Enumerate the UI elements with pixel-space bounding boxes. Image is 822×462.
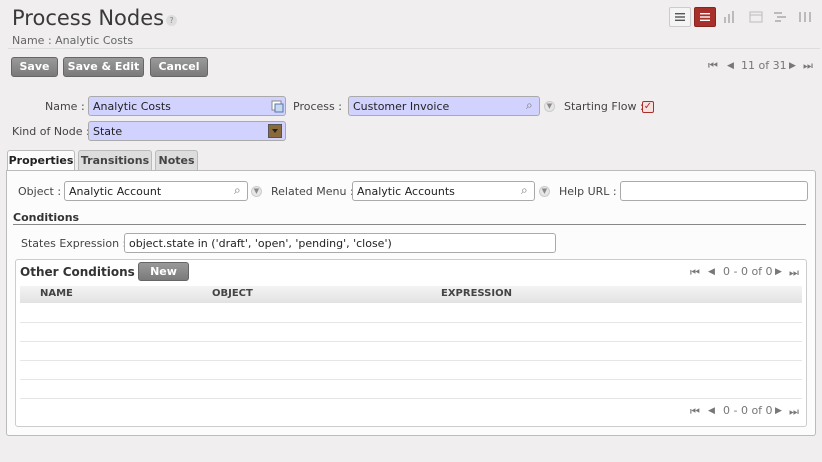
list-last-page-icon[interactable]: ⏭ bbox=[789, 266, 799, 280]
table-header bbox=[20, 286, 802, 303]
states-expression-label: States Expression : bbox=[21, 237, 127, 250]
process-value: Customer Invoice bbox=[353, 100, 450, 113]
tab-notes[interactable]: Notes bbox=[155, 150, 198, 170]
related-menu-label: Related Menu : bbox=[271, 185, 354, 198]
save-button[interactable]: Save bbox=[11, 57, 58, 77]
object-value: Analytic Account bbox=[69, 185, 162, 198]
column-header-object[interactable]: OBJECT bbox=[212, 288, 253, 299]
name-value: Analytic Costs bbox=[93, 100, 171, 113]
list-view-icon[interactable] bbox=[669, 7, 691, 27]
prev-page-icon[interactable]: ◀ bbox=[727, 61, 734, 71]
list-first-page-icon[interactable]: ⏮ bbox=[690, 266, 700, 280]
help-url-field[interactable] bbox=[620, 181, 808, 201]
tab-transitions[interactable]: Transitions bbox=[78, 150, 152, 170]
save-edit-button[interactable]: Save & Edit bbox=[63, 57, 144, 77]
list-next-page-icon[interactable]: ▶ bbox=[775, 267, 782, 277]
object-dropdown-icon[interactable]: ▼ bbox=[251, 186, 262, 197]
states-expression-value: object.state in ('draft', 'open', 'pendi… bbox=[129, 237, 392, 250]
translate-icon[interactable] bbox=[271, 100, 284, 113]
last-page-icon[interactable]: ⏭ bbox=[803, 59, 813, 73]
other-conditions-title: Other Conditions bbox=[20, 265, 135, 279]
cancel-button[interactable]: Cancel bbox=[150, 57, 208, 77]
starting-flow-checkbox[interactable]: ✓ bbox=[642, 101, 654, 113]
conditions-title: Conditions bbox=[13, 211, 80, 224]
header-divider bbox=[8, 48, 820, 49]
calendar-view-icon[interactable] bbox=[749, 11, 763, 23]
breadcrumb: Name : Analytic Costs bbox=[12, 34, 134, 47]
object-label: Object : bbox=[18, 185, 62, 198]
gantt-view-icon[interactable] bbox=[773, 11, 787, 23]
list-prev-page-icon[interactable]: ◀ bbox=[708, 267, 715, 277]
form-view-icon[interactable] bbox=[694, 7, 716, 27]
list-footer-pager-counter: 0 - 0 of 0 bbox=[723, 404, 773, 417]
name-label: Name : bbox=[45, 100, 85, 113]
table-row bbox=[20, 379, 802, 380]
graph-view-icon[interactable] bbox=[722, 11, 736, 23]
related-menu-search-icon[interactable]: ⌕ bbox=[521, 183, 528, 198]
process-label: Process : bbox=[293, 100, 342, 113]
process-field[interactable]: Customer Invoice bbox=[348, 96, 540, 116]
new-button[interactable]: New bbox=[138, 262, 189, 281]
table-row bbox=[20, 360, 802, 361]
next-page-icon[interactable]: ▶ bbox=[789, 61, 796, 71]
list-footer-last-page-icon[interactable]: ⏭ bbox=[789, 405, 799, 419]
states-expression-field[interactable]: object.state in ('draft', 'open', 'pendi… bbox=[124, 233, 556, 253]
table-row bbox=[20, 398, 802, 399]
other-conditions-list bbox=[15, 259, 807, 427]
related-menu-field[interactable]: Analytic Accounts bbox=[352, 181, 535, 201]
kanban-view-icon[interactable] bbox=[798, 11, 812, 23]
object-search-icon[interactable]: ⌕ bbox=[234, 183, 241, 198]
kind-of-node-dropdown-icon[interactable] bbox=[268, 124, 282, 138]
list-footer-next-page-icon[interactable]: ▶ bbox=[775, 406, 782, 416]
starting-flow-label: Starting Flow : bbox=[564, 100, 644, 113]
related-menu-dropdown-icon[interactable]: ▼ bbox=[539, 186, 550, 197]
page-title: Process Nodes bbox=[12, 6, 165, 30]
column-header-name[interactable]: NAME bbox=[40, 288, 73, 299]
process-dropdown-icon[interactable]: ▼ bbox=[544, 101, 555, 112]
table-row bbox=[20, 322, 802, 323]
object-field[interactable]: Analytic Account bbox=[64, 181, 248, 201]
name-field[interactable]: Analytic Costs bbox=[88, 96, 286, 116]
first-page-icon[interactable]: ⏮ bbox=[708, 59, 718, 73]
kind-of-node-label: Kind of Node : bbox=[12, 125, 90, 138]
process-search-icon[interactable]: ⌕ bbox=[526, 98, 533, 113]
kind-of-node-select[interactable]: State bbox=[88, 121, 286, 141]
tab-properties[interactable]: Properties bbox=[7, 150, 75, 171]
table-row bbox=[20, 341, 802, 342]
pager-counter: 11 of 31 bbox=[741, 59, 787, 72]
help-url-label: Help URL : bbox=[559, 185, 617, 198]
list-footer-prev-page-icon[interactable]: ◀ bbox=[708, 406, 715, 416]
related-menu-value: Analytic Accounts bbox=[357, 185, 455, 198]
list-footer-first-page-icon[interactable]: ⏮ bbox=[690, 405, 700, 419]
help-icon[interactable]: ? bbox=[166, 15, 177, 26]
kind-of-node-value: State bbox=[93, 125, 123, 138]
list-pager-counter: 0 - 0 of 0 bbox=[723, 265, 773, 278]
column-header-expression[interactable]: EXPRESSION bbox=[441, 288, 512, 299]
conditions-divider bbox=[13, 224, 806, 225]
